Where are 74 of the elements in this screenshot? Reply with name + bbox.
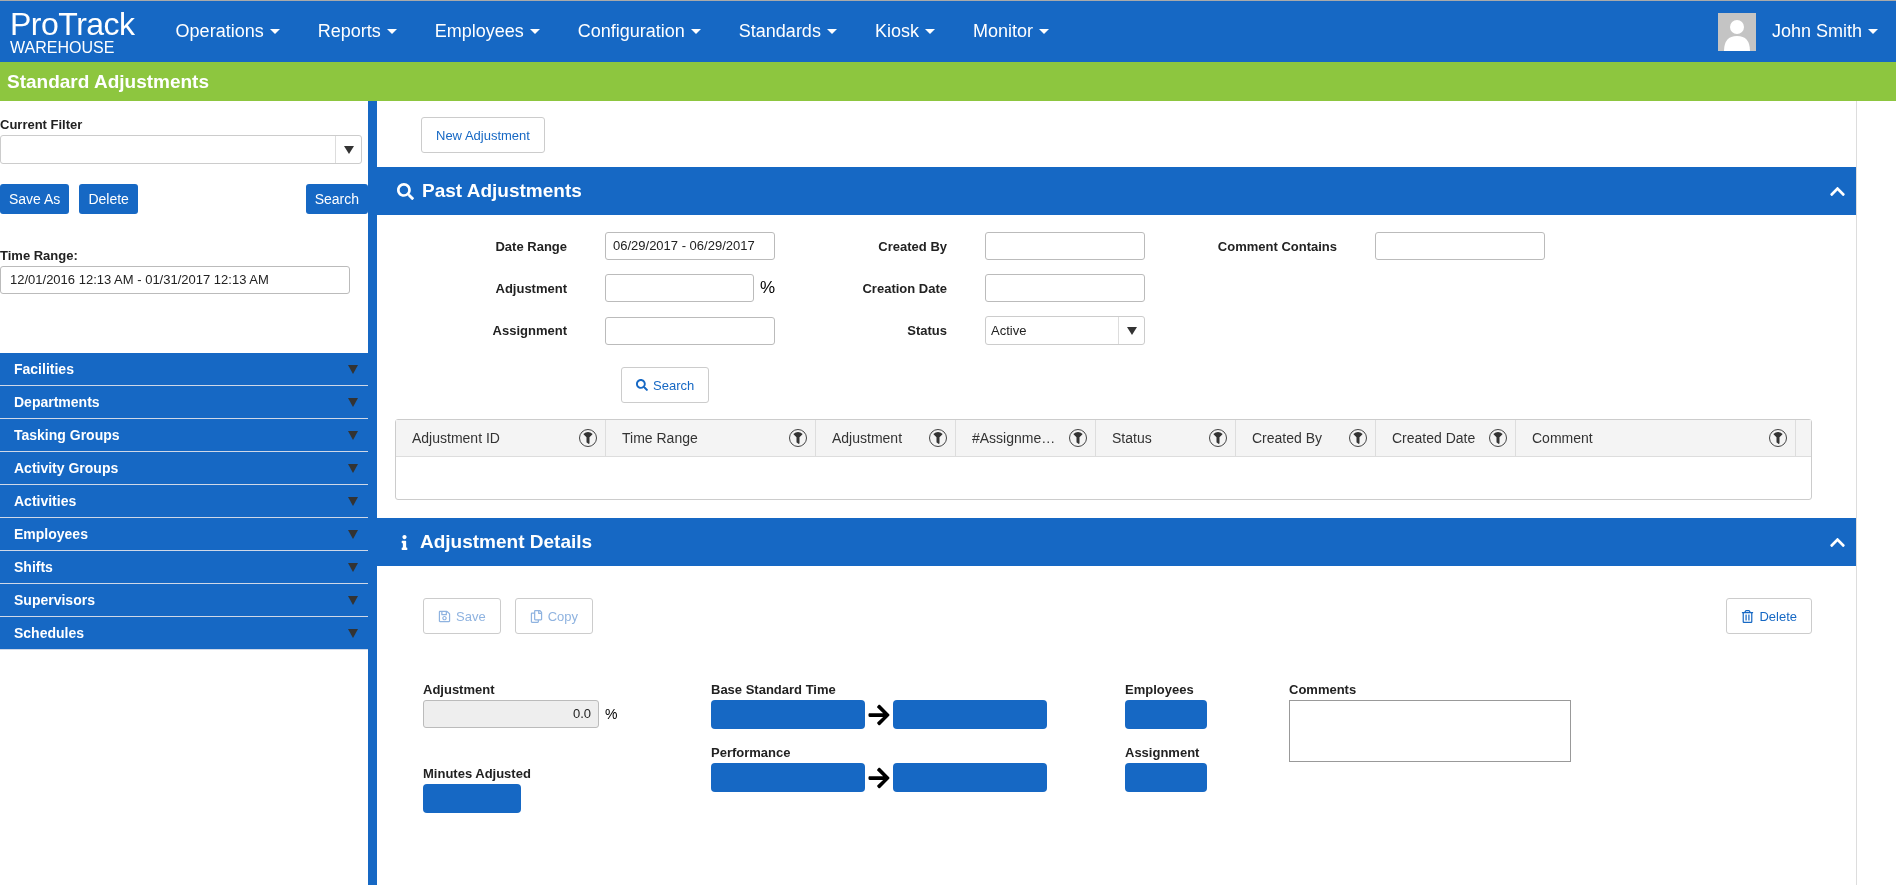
nav-menu[interactable]: Configuration: [577, 21, 701, 42]
copy-icon: [529, 609, 543, 623]
dropdown-icon: [343, 145, 354, 154]
column-header[interactable]: Adjustment ID: [396, 420, 606, 456]
arrow-icon: [867, 702, 891, 727]
dropdown-icon: [1126, 326, 1137, 335]
filter-label: Current Filter: [0, 117, 84, 132]
filter-group[interactable]: Shifts: [0, 551, 368, 584]
input-field[interactable]: [985, 232, 1145, 260]
field-label: Assignment: [491, 323, 568, 338]
percent-sign: %: [605, 706, 618, 722]
nav-menu[interactable]: Kiosk: [874, 21, 935, 42]
column-header[interactable]: Adjustment: [816, 420, 956, 456]
comments-field[interactable]: [1289, 700, 1571, 762]
input-field[interactable]: [605, 316, 775, 345]
time-range-field[interactable]: 12/01/2016 12:13 AM - 01/31/2017 12:13 AM: [0, 266, 350, 294]
filter-group[interactable]: Activity Groups: [0, 452, 368, 485]
filter-group[interactable]: Tasking Groups: [0, 419, 368, 452]
search-button[interactable]: Search: [621, 367, 710, 403]
trash-icon: [1741, 609, 1755, 623]
field-label: Date Range: [494, 238, 568, 254]
nav-menu[interactable]: Monitor: [972, 21, 1049, 42]
filter-group[interactable]: Supervisors: [0, 584, 368, 617]
field-label: Adjustment: [494, 280, 568, 296]
arrow-icon: [867, 765, 891, 790]
nav-menu[interactable]: Employees: [434, 21, 540, 42]
sidebar-button[interactable]: Delete: [79, 184, 138, 214]
field-label: Comments: [1289, 682, 1358, 697]
field-label: Assignment: [1125, 745, 1201, 760]
time-range-label: Time Range:: [0, 248, 79, 263]
field-label: Creation Date: [861, 280, 948, 296]
logo-subtitle: WAREHOUSE: [10, 39, 116, 56]
field-label: Performance: [711, 745, 792, 760]
field-label: Created By: [877, 238, 948, 254]
field-label: Base Standard Time: [711, 682, 837, 697]
filter-group[interactable]: Employees: [0, 518, 368, 551]
column-header[interactable]: Comment: [1516, 420, 1796, 456]
nav-menu[interactable]: Reports: [317, 21, 397, 42]
save-icon: [438, 609, 451, 623]
field-label: Status: [906, 323, 948, 338]
column-header[interactable]: Created Date: [1376, 420, 1516, 456]
field-label: Employees: [1125, 682, 1195, 697]
page-title: Standard Adjustments: [7, 70, 209, 93]
field-label: Comment Contains: [1216, 238, 1338, 254]
filter-group[interactable]: Activities: [0, 485, 368, 518]
section-header: Adjustment Details: [377, 518, 1856, 566]
nav-menu[interactable]: Standards: [738, 21, 837, 42]
sidebar-button[interactable]: Search: [305, 184, 368, 214]
section-header: Past Adjustments: [377, 167, 1856, 215]
input-field[interactable]: [1375, 232, 1545, 260]
column-header[interactable]: #Assignme…: [956, 420, 1096, 456]
column-header[interactable]: Created By: [1236, 420, 1376, 456]
input-field[interactable]: [985, 274, 1145, 302]
column-header[interactable]: Time Range: [606, 420, 816, 456]
logo-text: ProTrack: [10, 7, 135, 40]
input-field[interactable]: 06/29/2017 - 06/29/2017: [605, 232, 775, 260]
search-icon: [397, 182, 414, 200]
new-adjustment-button[interactable]: New Adjustment: [421, 117, 545, 153]
search-icon: [636, 379, 648, 391]
adjustment-field: 0.0: [423, 700, 599, 728]
nav-menu[interactable]: Operations: [175, 21, 280, 42]
filter-group[interactable]: Departments: [0, 386, 368, 419]
field-label: Adjustment: [423, 682, 496, 697]
avatar-icon: [1717, 12, 1756, 51]
filter-group[interactable]: Schedules: [0, 617, 368, 650]
column-header[interactable]: Status: [1096, 420, 1236, 456]
input-field[interactable]: [605, 274, 754, 302]
status-select[interactable]: Active: [985, 316, 1145, 345]
user-menu[interactable]: John Smith: [1771, 21, 1878, 42]
field-label: Minutes Adjusted: [423, 766, 532, 781]
sidebar-button[interactable]: Save As: [0, 184, 70, 214]
details-button[interactable]: Delete: [1726, 598, 1812, 634]
filter-group[interactable]: Facilities: [0, 353, 368, 386]
percent-sign: %: [759, 278, 775, 298]
